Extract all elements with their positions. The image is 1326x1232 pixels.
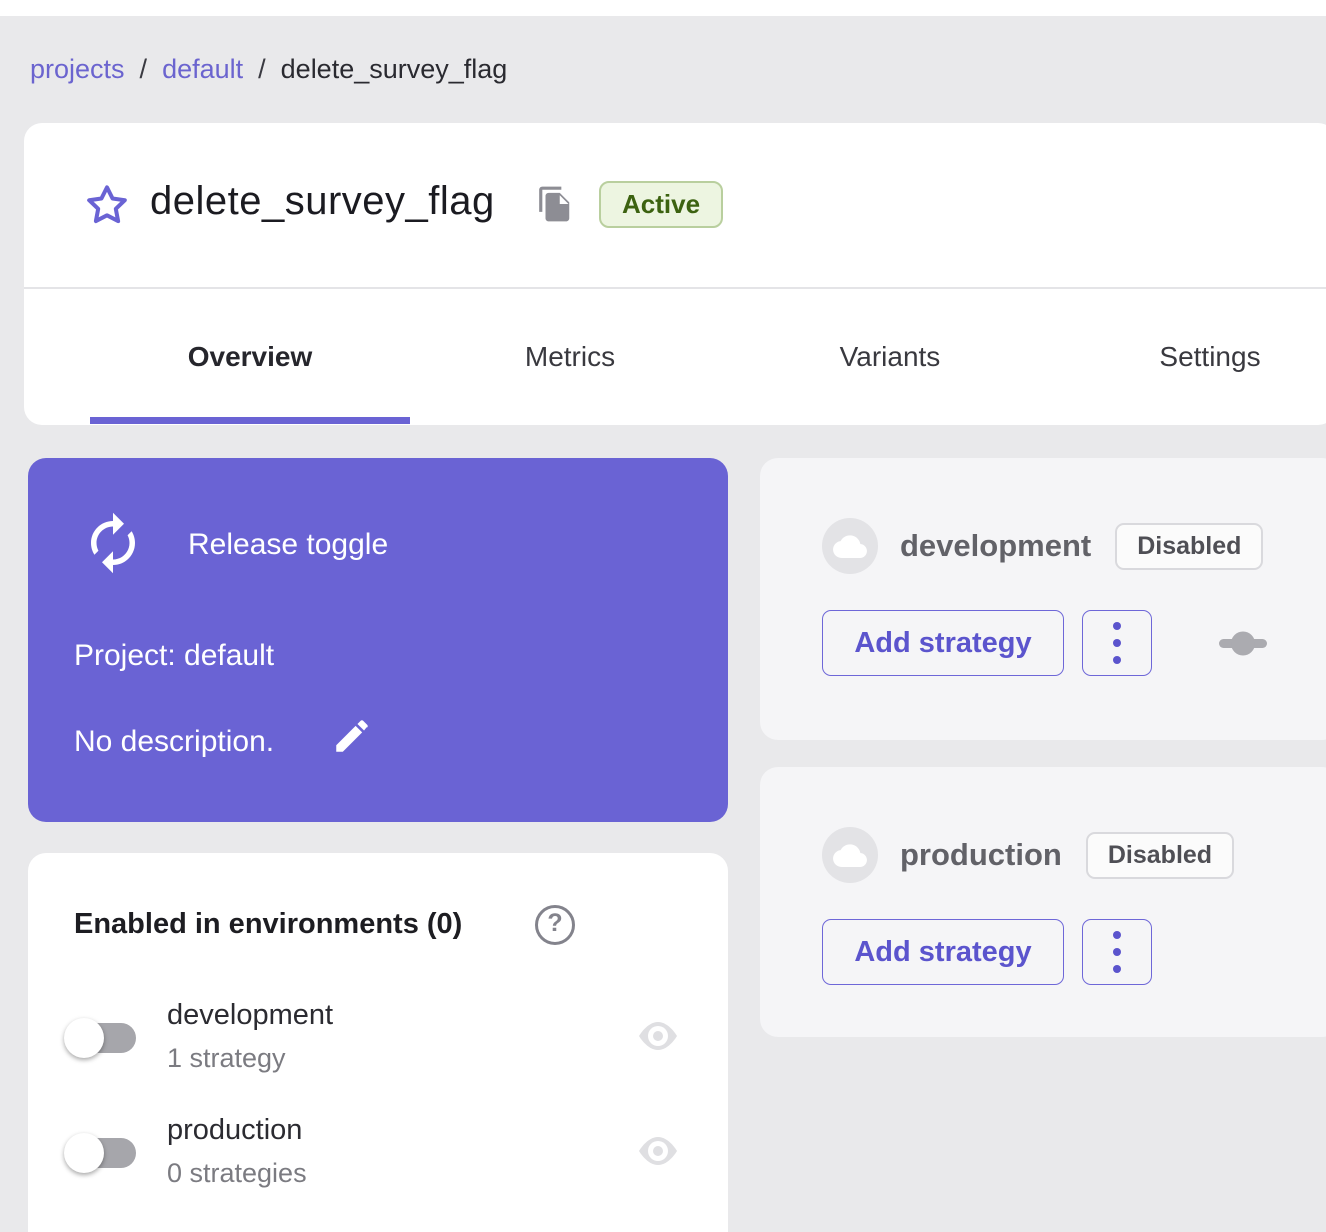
project-label: Project: default: [74, 639, 274, 673]
flag-type-label: Release toggle: [188, 528, 388, 562]
autorenew-arrows-icon: [80, 510, 146, 576]
switch-thumb: [64, 1018, 104, 1058]
enabled-environments-title: Enabled in environments (0): [74, 908, 462, 941]
pencil-icon: [331, 715, 373, 757]
breadcrumb-separator: /: [140, 54, 148, 85]
breadcrumb-link-default[interactable]: default: [162, 54, 243, 85]
tab-settings[interactable]: Settings: [1050, 289, 1326, 425]
eye-icon: [636, 1020, 680, 1052]
switch-thumb: [64, 1133, 104, 1173]
top-strip: [0, 0, 1326, 16]
more-options-button[interactable]: [1082, 919, 1152, 985]
description-label: No description.: [74, 725, 274, 759]
copy-name-button[interactable]: [535, 185, 575, 225]
environment-row-name: development: [167, 999, 333, 1032]
environment-card-actions: Add strategy: [822, 610, 1269, 676]
add-strategy-button[interactable]: Add strategy: [822, 610, 1064, 676]
cloud-icon: [833, 534, 867, 558]
eye-icon: [636, 1135, 680, 1167]
page: projects / default / delete_survey_flag …: [0, 0, 1326, 1232]
environment-toggle-production[interactable]: [64, 1128, 146, 1178]
copy-icon: [536, 185, 574, 223]
visibility-button-production[interactable]: [635, 1134, 681, 1170]
breadcrumb-separator: /: [258, 54, 266, 85]
tab-bar: Overview Metrics Variants Settings: [24, 287, 1326, 425]
environment-status-chip: Disabled: [1115, 523, 1263, 570]
environment-avatar: [822, 827, 878, 883]
enabled-environments-panel: Enabled in environments (0) ? developmen…: [28, 853, 728, 1232]
page-title: delete_survey_flag: [150, 179, 495, 224]
tab-metrics[interactable]: Metrics: [410, 289, 730, 425]
environment-card-actions: Add strategy: [822, 919, 1152, 985]
kebab-dots-icon: [1113, 931, 1121, 939]
tab-overview[interactable]: Overview: [90, 289, 410, 425]
favorite-button[interactable]: [84, 182, 130, 228]
environment-status-chip: Disabled: [1086, 832, 1234, 879]
cloud-icon: [833, 843, 867, 867]
environment-avatar: [822, 518, 878, 574]
environment-toggle-development[interactable]: [64, 1013, 146, 1063]
status-badge: Active: [599, 181, 723, 228]
more-options-button[interactable]: [1082, 610, 1152, 676]
star-outline-icon: [84, 182, 130, 228]
flag-header-card: delete_survey_flag Active: [24, 123, 1326, 287]
kebab-dots-icon: [1113, 622, 1121, 630]
tab-variants[interactable]: Variants: [730, 289, 1050, 425]
active-tab-indicator: [90, 417, 410, 424]
environment-card-production: production Disabled Add strategy: [760, 767, 1326, 1037]
visibility-button-development[interactable]: [635, 1019, 681, 1055]
environment-card-development: development Disabled Add strategy: [760, 458, 1326, 740]
commit-slider-icon[interactable]: [1217, 628, 1269, 658]
environment-row-strategies: 1 strategy: [167, 1043, 286, 1074]
environment-card-header: production Disabled: [822, 827, 1234, 883]
environment-card-header: development Disabled: [822, 518, 1263, 574]
breadcrumb-link-projects[interactable]: projects: [30, 54, 125, 85]
breadcrumb-current: delete_survey_flag: [281, 54, 508, 85]
environment-card-name: production: [900, 837, 1062, 873]
edit-description-button[interactable]: [328, 713, 376, 761]
breadcrumb: projects / default / delete_survey_flag: [30, 54, 507, 85]
environment-row-strategies: 0 strategies: [167, 1158, 307, 1189]
question-mark-icon: ?: [547, 909, 562, 938]
environment-row-name: production: [167, 1114, 302, 1147]
release-toggle-card: Release toggle Project: default No descr…: [28, 458, 728, 822]
add-strategy-button[interactable]: Add strategy: [822, 919, 1064, 985]
environment-card-name: development: [900, 528, 1091, 564]
help-button[interactable]: ?: [535, 905, 575, 945]
